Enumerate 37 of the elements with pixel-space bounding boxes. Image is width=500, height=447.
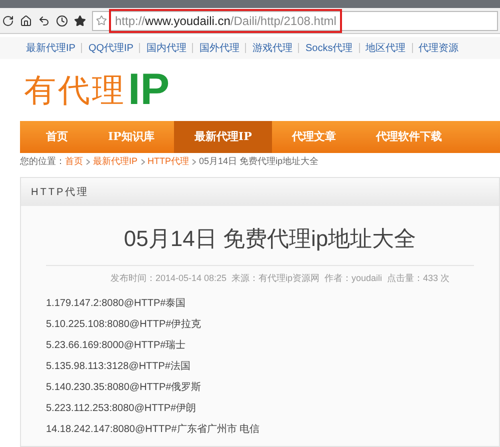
reload-icon[interactable] (2, 14, 14, 26)
breadcrumb-label: 您的位置： (20, 155, 65, 168)
article-title: 05月14日 免费代理ip地址大全 (122, 225, 418, 253)
history-icon[interactable] (56, 14, 68, 26)
proxy-line: 1.179.147.2:8080@HTTP#泰国 (46, 296, 187, 310)
address-bar[interactable]: http://www.youdaili.cn/Daili/http/2108.html (92, 10, 498, 30)
top-link[interactable]: 地区代理 (366, 40, 406, 56)
article-meta: 发布时间：2014-05-14 08:25 来源：有代理ip资源网 作者：youdaili 点击量：433 次 (109, 272, 451, 285)
logo-accent: IP (128, 68, 170, 112)
breadcrumb-link[interactable]: 首页 (65, 155, 83, 169)
proxy-line: 5.23.66.169:8000@HTTP#瑞士 (46, 338, 187, 352)
url-text: http://www.youdaili.cn/Daili/http/2108.html (111, 10, 340, 30)
top-link[interactable]: Socks代理 (305, 40, 353, 56)
proxy-line: 14.18.242.147:8080@HTTP#广东省广州市 电信 (46, 422, 261, 436)
top-link[interactable]: 国外代理 (199, 40, 240, 56)
undo-icon[interactable] (38, 14, 50, 26)
chevron-icon (86, 159, 90, 165)
chevron-icon (140, 159, 145, 165)
nav-tab[interactable]: 最新代理IP (174, 121, 272, 153)
breadcrumb-current: 05月14日 免费代理ip地址大全 (199, 155, 319, 168)
breadcrumb-link[interactable]: HTTP代理 (148, 155, 190, 169)
bookmark-icon[interactable] (96, 15, 107, 26)
chevron-icon (192, 159, 196, 165)
home-icon[interactable] (20, 14, 32, 26)
top-link[interactable]: 代理资源 (418, 40, 459, 56)
top-link[interactable]: 国内代理 (146, 40, 186, 56)
logo-text: 有代理 (24, 70, 126, 111)
proxy-line: 5.10.225.108:8080@HTTP#伊拉克 (46, 318, 202, 332)
panel-heading: HTTP代理 (31, 186, 90, 200)
breadcrumb-link[interactable]: 最新代理IP (93, 155, 138, 169)
star-icon[interactable] (74, 14, 86, 26)
proxy-line: 5.223.112.253:8080@HTTP#伊朗 (46, 402, 198, 416)
proxy-line: 5.140.230.35:8080@HTTP#俄罗斯 (46, 380, 202, 394)
top-link[interactable]: 游戏代理 (252, 40, 292, 56)
top-link[interactable]: 最新代理IP (26, 40, 76, 56)
proxy-line: 5.135.98.113:3128@HTTP#法国 (46, 360, 192, 374)
top-link[interactable]: QQ代理IP (88, 40, 134, 56)
